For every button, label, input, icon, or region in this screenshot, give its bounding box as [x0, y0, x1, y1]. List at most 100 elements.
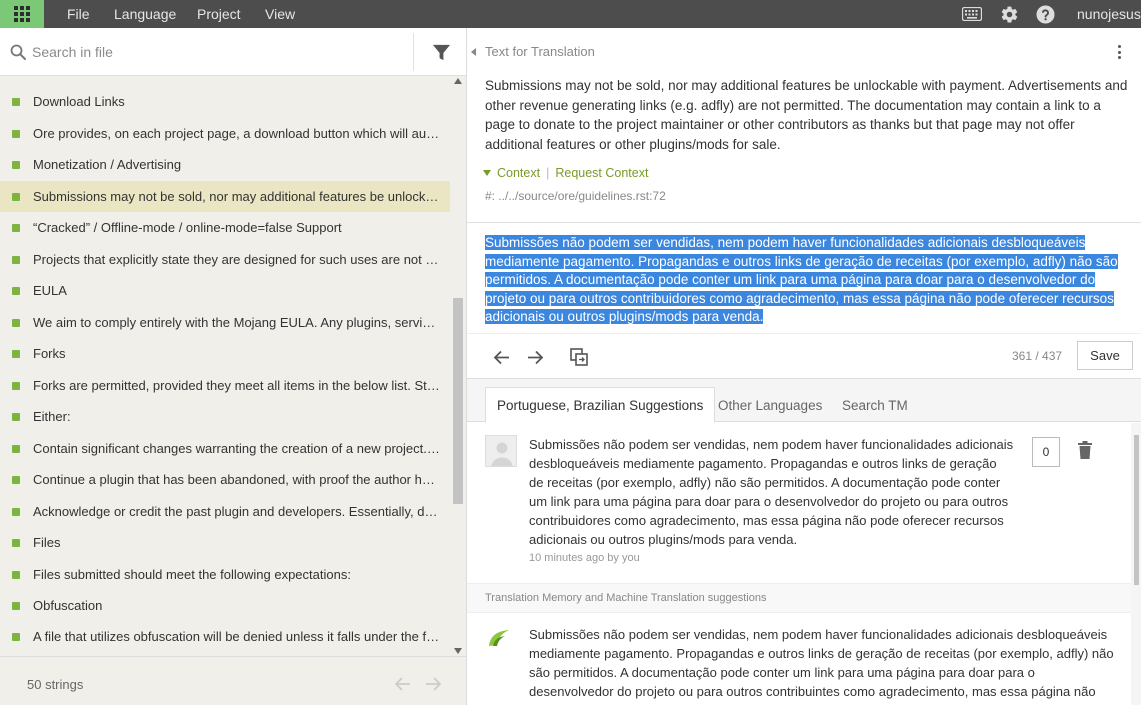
menu-project[interactable]: Project	[197, 6, 241, 22]
status-dot	[12, 601, 20, 610]
list-item[interactable]: EULA	[0, 275, 450, 306]
list-item[interactable]: “Cracked” / Offline-mode / online-mode=f…	[0, 212, 450, 243]
tab-suggestions[interactable]: Portuguese, Brazilian Suggestions	[485, 387, 716, 423]
divider	[467, 222, 1141, 223]
string-list: … Download Links Ore provides, on each p…	[0, 76, 450, 656]
search-bar	[0, 28, 466, 76]
filter-icon[interactable]	[432, 43, 451, 62]
divider	[467, 612, 1131, 613]
collapse-sidebar-button[interactable]	[467, 28, 479, 76]
scrollbar-thumb[interactable]	[453, 298, 463, 504]
suggestion-text[interactable]: Submissões não podem ser vendidas, nem p…	[529, 435, 1014, 549]
list-item-partial[interactable]: …	[0, 76, 450, 82]
context-toggle[interactable]: Context	[497, 166, 540, 180]
apps-icon	[14, 6, 30, 22]
list-item[interactable]: Files	[0, 527, 450, 558]
status-dot	[12, 192, 20, 201]
divider	[413, 33, 414, 71]
list-item[interactable]: Continue a plugin that has been abandone…	[0, 464, 450, 495]
status-dot	[12, 97, 20, 106]
translation-text: Submissões não podem ser vendidas, nem p…	[485, 235, 1118, 324]
list-item[interactable]: Either:	[0, 401, 450, 432]
scrollbar-thumb[interactable]	[1134, 435, 1139, 585]
context-row: Context | Request Context	[483, 166, 648, 180]
list-item[interactable]: Files submitted should meet the followin…	[0, 559, 450, 590]
suggestion-meta: 10 minutes ago by you	[529, 552, 640, 564]
vote-count[interactable]: 0	[1032, 437, 1060, 467]
search-icon	[10, 44, 26, 60]
keyboard-icon[interactable]	[962, 4, 982, 24]
avatar	[485, 435, 517, 467]
user-icon	[491, 442, 513, 466]
tab-search-tm[interactable]: Search TM	[831, 387, 919, 423]
file-reference: #: ../../source/ore/guidelines.rst:72	[485, 189, 666, 203]
status-dot	[12, 538, 20, 547]
source-header: Text for Translation	[485, 44, 595, 59]
translation-textarea[interactable]: Submissões não podem ser vendidas, nem p…	[485, 234, 1120, 327]
machine-translation-logo-icon	[489, 630, 509, 646]
list-item[interactable]: Ore provides, on each project page, a do…	[0, 118, 450, 149]
top-bar: File Language Project View nunojesus	[0, 0, 1141, 28]
status-dot	[12, 570, 20, 579]
list-item[interactable]: Obfuscation	[0, 590, 450, 621]
list-item[interactable]: Forks	[0, 338, 450, 369]
list-scrollbar[interactable]	[450, 76, 466, 656]
previous-string-button[interactable]	[489, 346, 513, 368]
strings-count: 50 strings	[27, 677, 84, 692]
status-dot	[12, 129, 20, 138]
copy-source-button[interactable]	[567, 346, 591, 368]
copy-icon	[570, 348, 588, 366]
suggestion-tabs: Portuguese, Brazilian Suggestions Other …	[467, 378, 1141, 423]
list-item[interactable]: Download Links	[0, 86, 450, 117]
status-dot	[12, 160, 20, 169]
menu-file[interactable]: File	[67, 6, 90, 22]
help-icon[interactable]	[1035, 4, 1055, 24]
status-dot	[12, 507, 20, 516]
save-button[interactable]: Save	[1077, 341, 1133, 370]
tm-suggestion-text[interactable]: Submissões não podem ser vendidas, nem p…	[529, 625, 1119, 705]
next-string-button[interactable]	[523, 346, 547, 368]
status-dot	[12, 286, 20, 295]
status-dot	[12, 255, 20, 264]
list-item[interactable]: We aim to comply entirely with the Mojan…	[0, 307, 450, 338]
string-list-panel: … Download Links Ore provides, on each p…	[0, 28, 467, 705]
gear-icon[interactable]	[999, 4, 1019, 24]
list-item[interactable]: Projects that explicitly state they are …	[0, 244, 450, 275]
character-count: 361 / 437	[1012, 349, 1063, 363]
scroll-down-icon[interactable]	[454, 648, 462, 654]
suggestions-list: Submissões não podem ser vendidas, nem p…	[467, 423, 1141, 705]
arrow-left-icon	[493, 350, 509, 364]
status-dot	[12, 444, 20, 453]
trash-icon[interactable]	[1077, 441, 1093, 459]
caret-down-icon	[483, 170, 491, 176]
list-item[interactable]: Forks are permitted, provided they meet …	[0, 370, 450, 401]
list-item[interactable]: Monetization / Advertising	[0, 149, 450, 180]
apps-button[interactable]	[0, 0, 44, 28]
list-item[interactable]: A file that utilizes obfuscation will be…	[0, 621, 450, 652]
user-menu[interactable]: nunojesus	[1077, 6, 1141, 22]
prev-page-icon[interactable]	[395, 677, 411, 691]
source-text: Submissions may not be sold, nor may add…	[485, 78, 1128, 152]
suggestions-scrollbar[interactable]	[1131, 423, 1141, 705]
next-page-icon[interactable]	[425, 677, 441, 691]
tm-section-label: Translation Memory and Machine Translati…	[485, 592, 767, 604]
list-item[interactable]: Contain significant changes warranting t…	[0, 433, 450, 464]
list-footer: 50 strings	[0, 656, 466, 705]
arrow-right-icon	[527, 350, 543, 364]
tm-section-header: Translation Memory and Machine Translati…	[467, 584, 1131, 612]
menu-view[interactable]: View	[265, 6, 295, 22]
tab-other-languages[interactable]: Other Languages	[707, 387, 833, 423]
status-dot	[12, 475, 20, 484]
menu-language[interactable]: Language	[114, 6, 176, 22]
search-input[interactable]	[32, 42, 402, 62]
editor-panel: Text for Translation Submissions may not…	[467, 28, 1141, 705]
more-options-icon[interactable]	[1112, 42, 1126, 62]
chevron-left-icon	[470, 48, 476, 56]
status-dot	[12, 632, 20, 641]
list-item-selected[interactable]: Submissions may not be sold, nor may add…	[0, 181, 450, 212]
status-dot	[12, 349, 20, 358]
list-item[interactable]: Acknowledge or credit the past plugin an…	[0, 496, 450, 527]
request-context-link[interactable]: Request Context	[555, 166, 648, 180]
scroll-up-icon[interactable]	[454, 78, 462, 84]
status-dot	[12, 412, 20, 421]
